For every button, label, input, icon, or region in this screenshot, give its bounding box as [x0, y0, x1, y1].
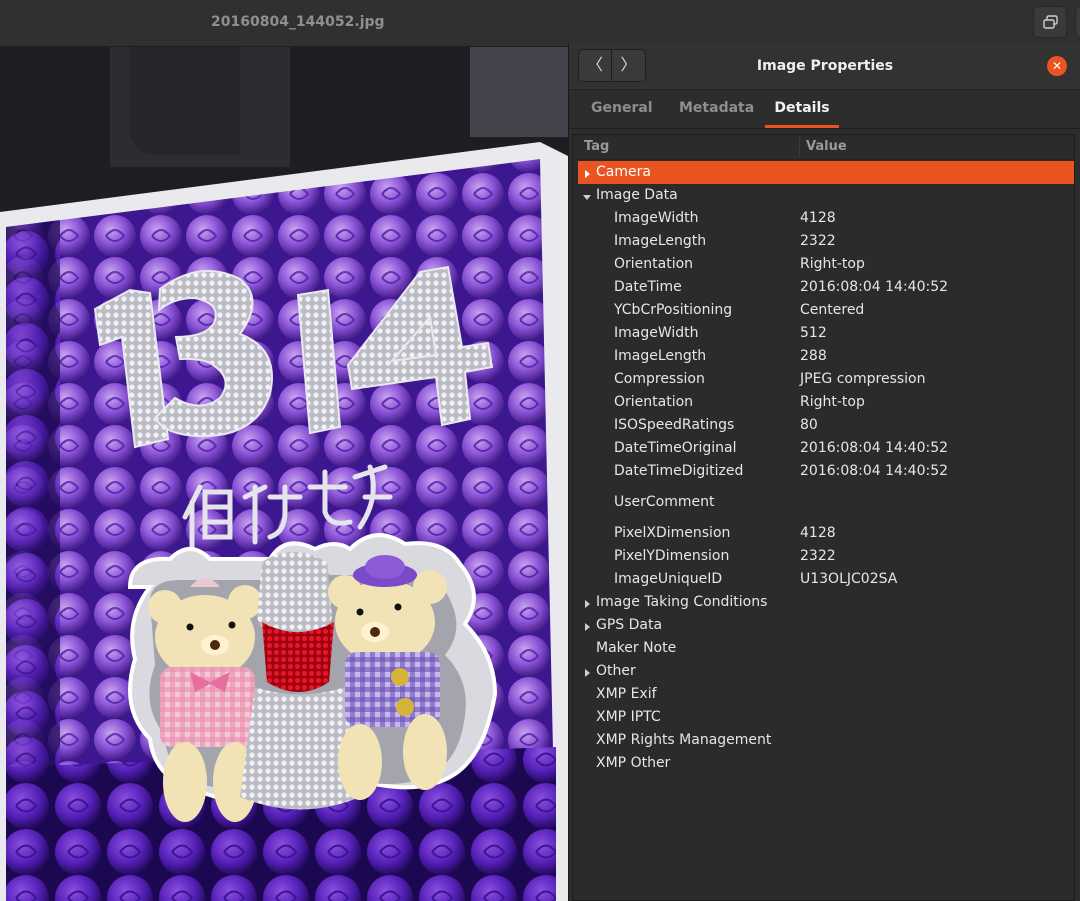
tree-row[interactable]: ImageLength 2322 — [573, 230, 1074, 253]
row-tag: ImageLength — [614, 233, 707, 249]
row-tag: Image Taking Conditions — [596, 594, 768, 610]
row-value: Right-top — [800, 256, 865, 272]
row-tag: ImageUniqueID — [614, 571, 723, 587]
row-tag: DateTimeDigitized — [614, 463, 744, 479]
row-tag: PixelYDimension — [614, 548, 730, 564]
tree-row[interactable]: UserComment — [573, 483, 1074, 522]
row-tag: Maker Note — [596, 640, 677, 656]
expander-collapsed-icon[interactable] — [582, 620, 592, 631]
tree-group-row[interactable]: XMP Rights Management — [573, 729, 1074, 752]
tree-row[interactable]: DateTime 2016:08:04 14:40:52 — [573, 276, 1074, 299]
tree-row[interactable]: YCbCrPositioning Centered — [573, 299, 1074, 322]
tree-group-row[interactable]: GPS Data — [573, 614, 1074, 637]
tree-group-row[interactable]: XMP Exif — [573, 683, 1074, 706]
dialog-title: Image Properties — [756, 58, 894, 74]
column-separator[interactable] — [799, 137, 800, 157]
expander-collapsed-icon[interactable] — [582, 167, 592, 178]
expander-expanded-icon[interactable] — [582, 190, 592, 200]
tree-row[interactable]: ISOSpeedRatings 80 — [573, 414, 1074, 437]
tree-row[interactable]: ImageLength 288 — [573, 345, 1074, 368]
details-tree-view[interactable]: Tag Value Camera Image Data ImageWidth 4128… — [572, 134, 1075, 901]
close-button[interactable]: ✕ — [1047, 56, 1067, 76]
row-tag: DateTimeOriginal — [614, 440, 737, 456]
expander-collapsed-icon[interactable] — [582, 666, 592, 677]
tree-group-row[interactable]: Camera — [578, 161, 1074, 184]
row-tag: Other — [596, 663, 636, 679]
tree-row[interactable]: PixelYDimension 2322 — [573, 545, 1074, 568]
tab-metadata[interactable]: Metadata — [679, 100, 754, 128]
image-properties-dialog: 〈 〉 Image Properties ✕ General Metadata … — [568, 43, 1080, 901]
tab-details[interactable]: Details — [765, 100, 839, 128]
photo-canvas[interactable] — [0, 47, 570, 901]
tree-row[interactable]: DateTimeDigitized 2016:08:04 14:40:52 — [573, 460, 1074, 483]
row-value: 2016:08:04 14:40:52 — [800, 440, 949, 456]
row-tag: DateTime — [614, 279, 682, 295]
row-value: 2322 — [800, 233, 836, 249]
tab-general[interactable]: General — [591, 100, 653, 128]
tree-row[interactable]: DateTimeOriginal 2016:08:04 14:40:52 — [573, 437, 1074, 460]
row-value: JPEG compression — [800, 371, 926, 387]
row-tag: UserComment — [614, 494, 715, 510]
restore-window-icon — [1043, 15, 1058, 29]
row-value: 4128 — [800, 525, 836, 541]
tree-group-row[interactable]: XMP IPTC — [573, 706, 1074, 729]
row-value: 512 — [800, 325, 827, 341]
row-value: 2322 — [800, 548, 836, 564]
tab-bar: General Metadata Details — [569, 90, 1080, 129]
restore-window-button[interactable] — [1033, 6, 1067, 38]
row-tag: ISOSpeedRatings — [614, 417, 735, 433]
column-header-value[interactable]: Value — [806, 139, 847, 154]
photo-image — [0, 47, 570, 901]
row-tag: ImageLength — [614, 348, 707, 364]
row-tag: Image Data — [596, 187, 678, 203]
row-tag: ImageWidth — [614, 325, 699, 341]
tree-group-row[interactable]: Image Data — [573, 184, 1074, 207]
row-tag: XMP Other — [596, 755, 671, 771]
tree-group-row[interactable]: Other — [573, 660, 1074, 683]
expander-collapsed-icon[interactable] — [582, 597, 592, 608]
header-bar: 20160804_144052.jpg — [0, 0, 1080, 47]
row-tag: Orientation — [614, 256, 694, 272]
row-value: 80 — [800, 417, 818, 433]
row-tag: XMP Rights Management — [596, 732, 772, 748]
row-tag: PixelXDimension — [614, 525, 731, 541]
window-edge-button[interactable] — [1075, 6, 1080, 38]
column-header-tag[interactable]: Tag — [584, 139, 609, 154]
row-value: Centered — [800, 302, 865, 318]
tree-row[interactable]: Orientation Right-top — [573, 253, 1074, 276]
row-value: 4128 — [800, 210, 836, 226]
window-title: 20160804_144052.jpg — [211, 14, 385, 30]
row-value: Right-top — [800, 394, 865, 410]
row-tag: ImageWidth — [614, 210, 699, 226]
tree-row[interactable]: ImageUniqueID U13OLJC02SA — [573, 568, 1074, 591]
dialog-header: 〈 〉 Image Properties ✕ — [569, 43, 1080, 90]
tree-group-row[interactable]: XMP Other — [573, 752, 1074, 775]
row-tag: GPS Data — [596, 617, 663, 633]
row-value: 2016:08:04 14:40:52 — [800, 463, 949, 479]
row-tag: XMP IPTC — [596, 709, 661, 725]
tree-row[interactable]: Compression JPEG compression — [573, 368, 1074, 391]
row-value: 288 — [800, 348, 827, 364]
tree-row[interactable]: ImageWidth 4128 — [573, 207, 1074, 230]
tree-group-row[interactable]: Image Taking Conditions — [573, 591, 1074, 614]
tree-row[interactable]: PixelXDimension 4128 — [573, 522, 1074, 545]
tree-group-row[interactable]: Maker Note — [573, 637, 1074, 660]
row-tag: Orientation — [614, 394, 694, 410]
row-tag: YCbCrPositioning — [614, 302, 733, 318]
row-tag: XMP Exif — [596, 686, 657, 702]
row-tag: Compression — [614, 371, 705, 387]
tree-row[interactable]: ImageWidth 512 — [573, 322, 1074, 345]
row-value: U13OLJC02SA — [800, 571, 898, 587]
close-icon: ✕ — [1051, 59, 1063, 73]
column-headers: Tag Value — [573, 135, 1074, 160]
row-tag: Camera — [596, 164, 651, 180]
row-value: 2016:08:04 14:40:52 — [800, 279, 949, 295]
tree-row[interactable]: Orientation Right-top — [573, 391, 1074, 414]
